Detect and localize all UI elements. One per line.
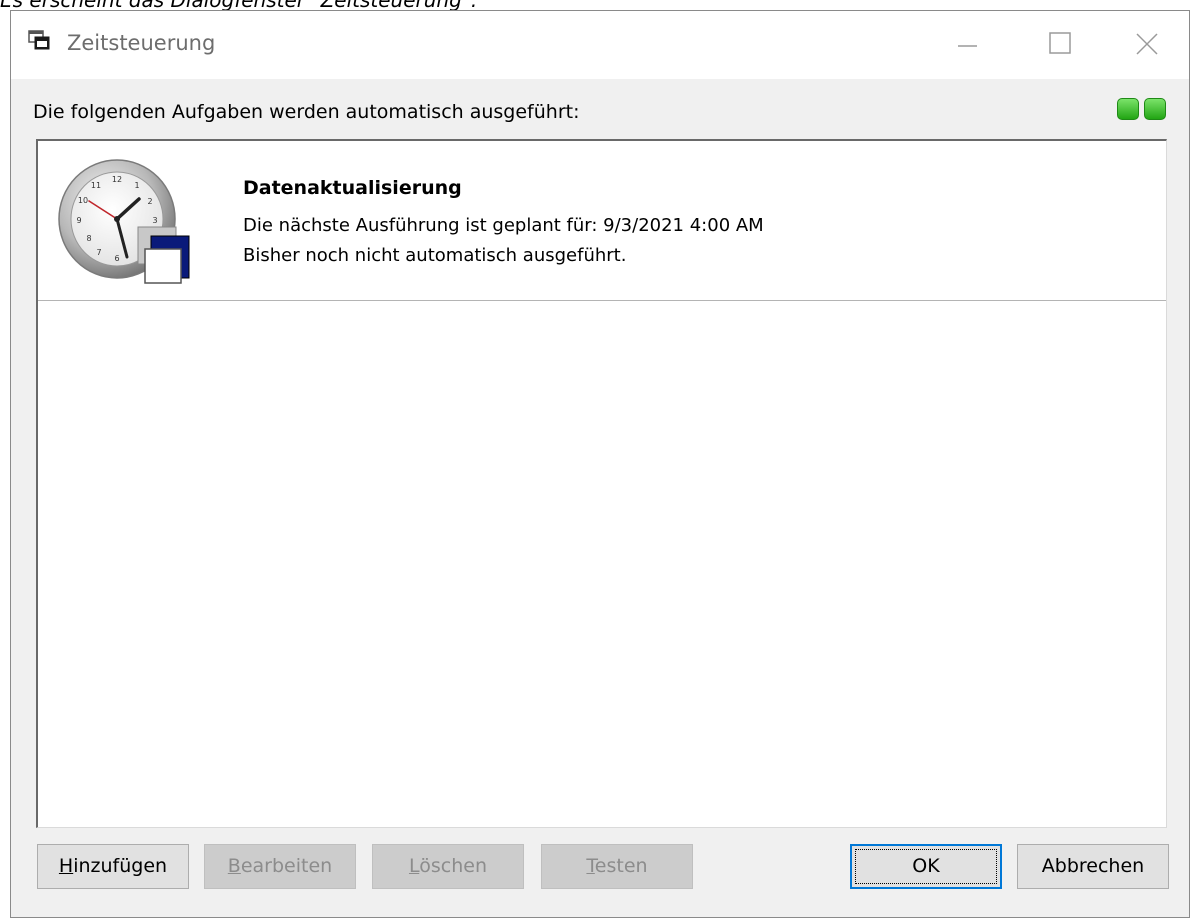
delete-button[interactable]: Löschen [372, 844, 524, 889]
svg-text:8: 8 [86, 234, 91, 243]
task-row[interactable]: 12 1 2 3 9 10 11 8 7 6 Datenaktualisieru… [38, 141, 1166, 301]
window-title: Zeitsteuerung [67, 31, 216, 55]
status-led-icon [1117, 98, 1139, 120]
close-button[interactable] [1101, 11, 1192, 79]
status-indicators [1117, 98, 1169, 120]
svg-text:6: 6 [114, 254, 119, 263]
cancel-button-label: Abbrechen [1041, 855, 1145, 877]
svg-text:10: 10 [78, 196, 88, 205]
svg-text:2: 2 [147, 197, 152, 206]
close-icon [1136, 33, 1158, 55]
svg-text:11: 11 [91, 181, 101, 190]
delete-button-mnemonic: L [408, 855, 420, 877]
minimize-button[interactable] [921, 11, 1013, 79]
test-button-label: esten [594, 855, 648, 877]
task-last-run: Bisher noch nicht automatisch ausgeführt… [243, 245, 627, 266]
window-restore-icon [28, 30, 50, 50]
maximize-button[interactable] [1015, 11, 1107, 79]
intro-label: Die folgenden Aufgaben werden automatisc… [33, 101, 580, 123]
edit-button-mnemonic: B [227, 855, 241, 877]
add-button-mnemonic: H [58, 855, 74, 877]
edit-button[interactable]: Bearbeiten [204, 844, 356, 889]
title-bar[interactable]: Zeitsteuerung [11, 11, 1189, 79]
ok-button[interactable]: OK [850, 844, 1002, 889]
test-button[interactable]: Testen [541, 844, 693, 889]
svg-text:12: 12 [112, 175, 122, 184]
add-button-label: inzufügen [73, 855, 168, 877]
svg-text:3: 3 [152, 216, 157, 225]
add-button[interactable]: Hinzufügen [37, 844, 189, 889]
svg-text:7: 7 [96, 248, 101, 257]
clock-icon: 12 1 2 3 9 10 11 8 7 6 [58, 159, 190, 284]
task-next-run: Die nächste Ausführung ist geplant für: … [243, 215, 764, 236]
task-title: Datenaktualisierung [243, 177, 462, 199]
dialog-window: Zeitsteuerung Die folgenden Aufgaben wer… [10, 10, 1190, 918]
delete-button-label: öschen [419, 855, 487, 877]
edit-button-label: earbeiten [240, 855, 333, 877]
svg-text:1: 1 [134, 181, 139, 190]
test-button-mnemonic: T [586, 855, 595, 877]
svg-text:9: 9 [76, 216, 81, 225]
cancel-button[interactable]: Abbrechen [1017, 844, 1169, 889]
status-led-icon [1144, 98, 1166, 120]
task-list[interactable]: 12 1 2 3 9 10 11 8 7 6 Datenaktualisieru… [36, 139, 1167, 828]
ok-button-label: OK [912, 855, 940, 877]
minimize-icon [958, 45, 977, 47]
maximize-icon [1049, 32, 1071, 54]
